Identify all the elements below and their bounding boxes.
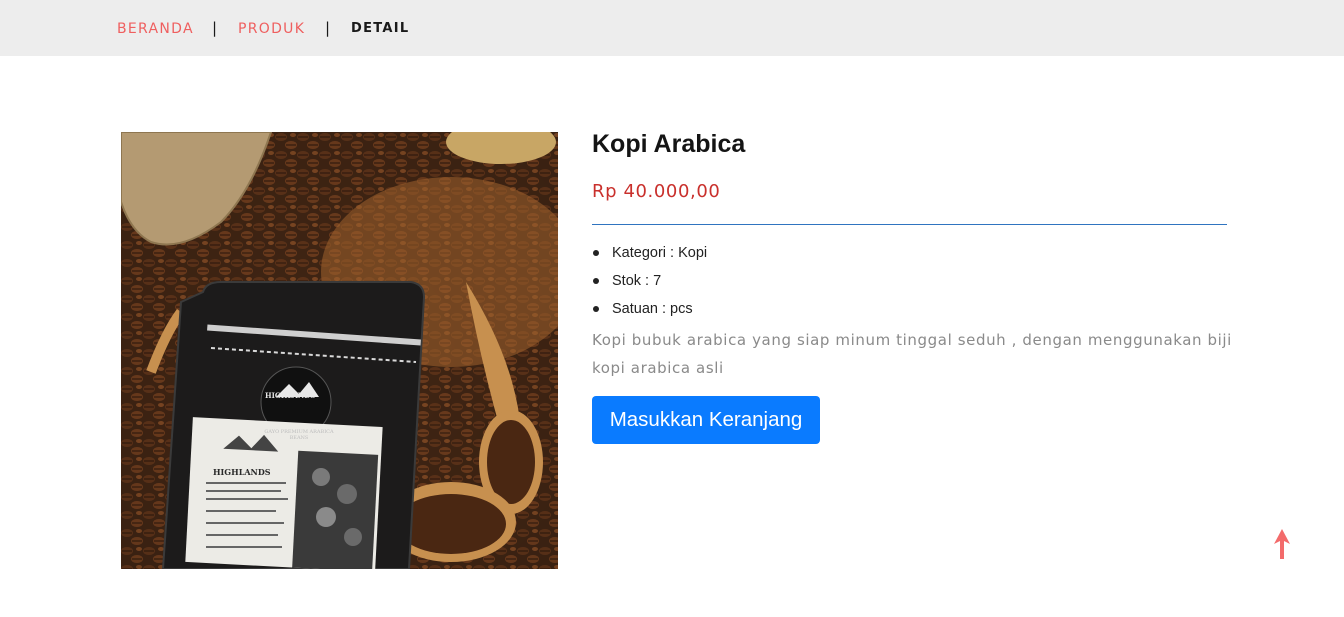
package-product-line: GAYO PREMIUM ARABICA BEANS bbox=[264, 429, 334, 441]
product-description: Kopi bubuk arabica yang siap minum tingg… bbox=[592, 331, 1232, 377]
breadcrumb-separator: | bbox=[325, 19, 331, 37]
spec-text: Stok : 7 bbox=[612, 273, 662, 289]
package-brand: HIGHLANDS bbox=[265, 391, 316, 400]
spec-unit: Satuan : pcs bbox=[592, 299, 707, 327]
spec-text: Satuan : pcs bbox=[612, 301, 693, 317]
breadcrumb-products-link[interactable]: PRODUK bbox=[238, 20, 305, 38]
label-brand: HIGHLANDS bbox=[213, 467, 271, 477]
scroll-to-top-button[interactable] bbox=[1271, 528, 1293, 560]
product-specs-list: Kategori : Kopi Stok : 7 Satuan : pcs bbox=[592, 243, 707, 327]
spec-text: Kategori : Kopi bbox=[612, 245, 708, 261]
coffee-package-photo bbox=[121, 132, 558, 569]
breadcrumb-separator: | bbox=[212, 19, 218, 37]
breadcrumb-home-link[interactable]: BERANDA bbox=[117, 20, 194, 38]
breadcrumb-current: DETAIL bbox=[351, 21, 410, 36]
product-price: Rp 40.000,00 bbox=[592, 181, 721, 202]
spec-stock: Stok : 7 bbox=[592, 271, 707, 299]
spec-category: Kategori : Kopi bbox=[592, 243, 707, 271]
bullet-icon bbox=[593, 278, 599, 284]
bullet-icon bbox=[593, 306, 599, 312]
product-image: HIGHLANDS GAYO PREMIUM ARABICA BEANS HIG… bbox=[121, 132, 558, 569]
product-title: Kopi Arabica bbox=[592, 130, 746, 158]
bullet-icon bbox=[593, 250, 599, 256]
breadcrumb: BERANDA | PRODUK | DETAIL bbox=[0, 0, 1344, 56]
divider bbox=[592, 224, 1227, 225]
arrow-up-icon bbox=[1274, 529, 1290, 559]
add-to-cart-button[interactable]: Masukkan Keranjang bbox=[592, 396, 820, 444]
